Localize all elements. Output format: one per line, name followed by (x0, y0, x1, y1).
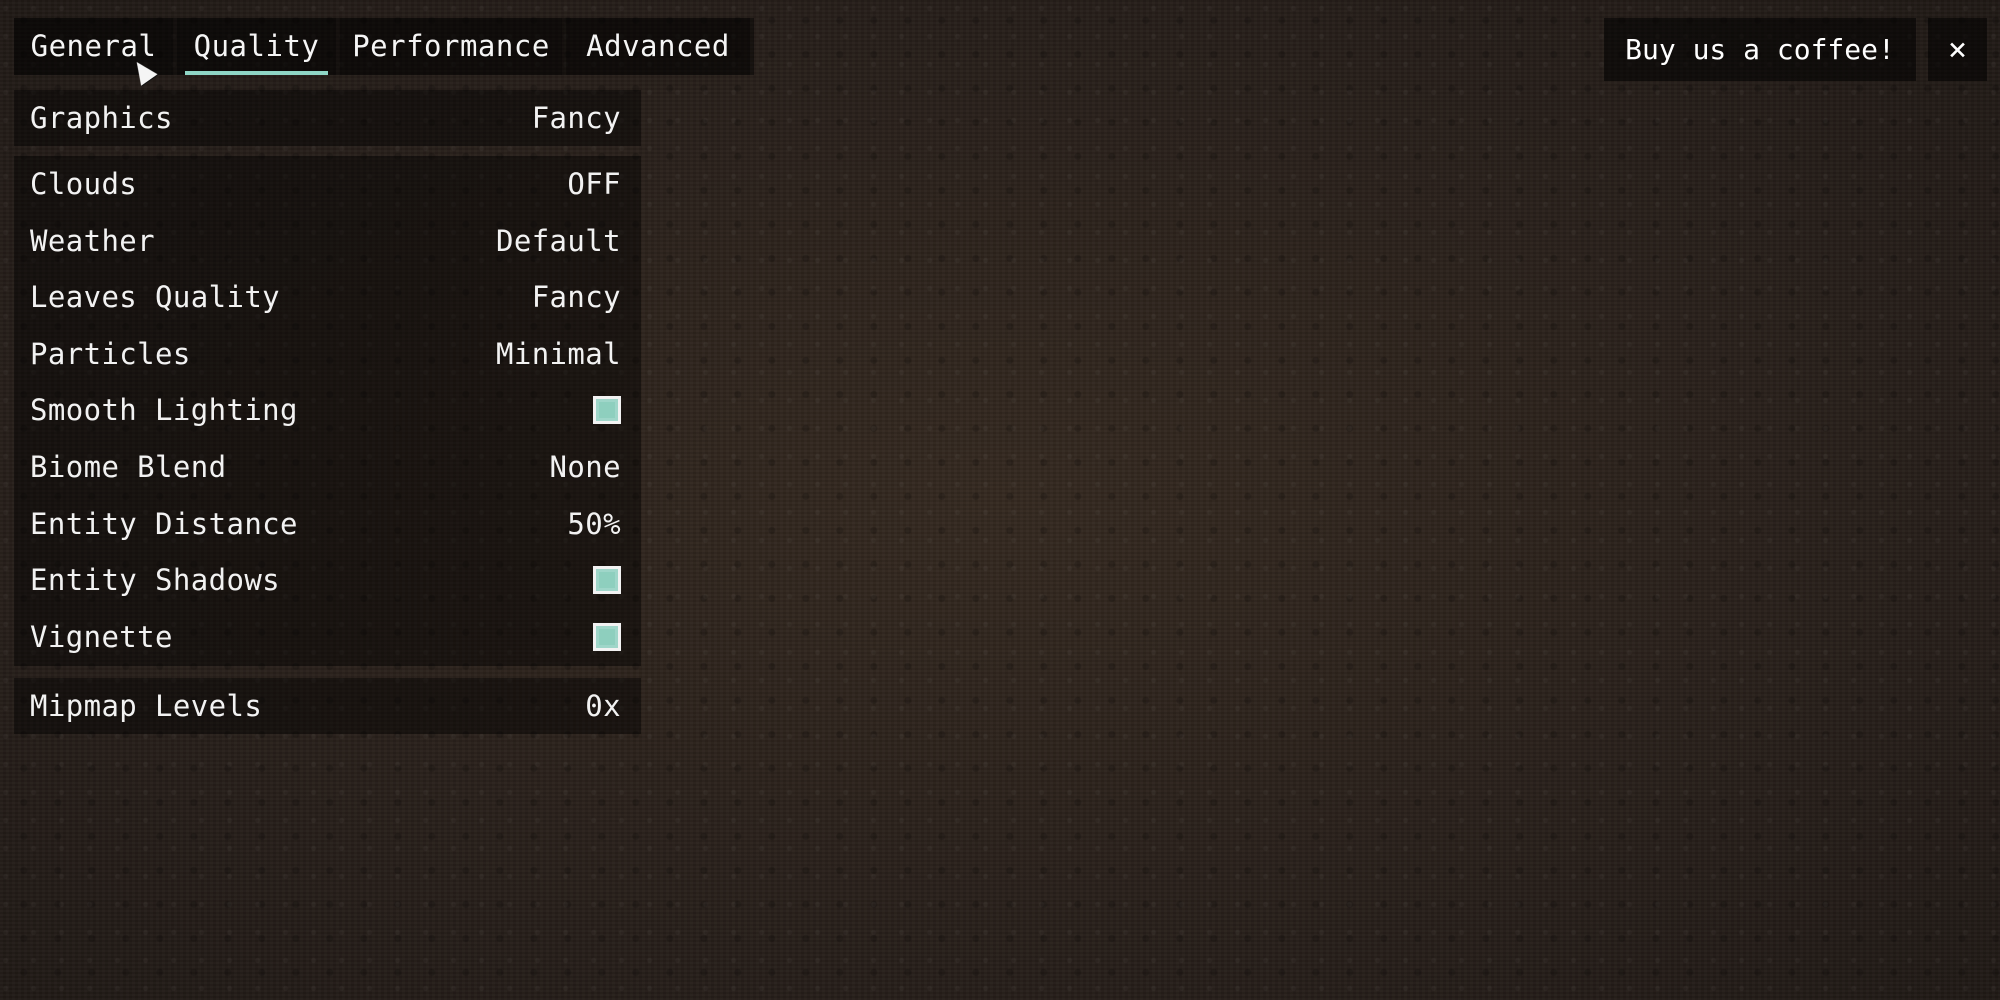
entity-shadows-setting-row[interactable]: Entity Shadows (14, 552, 641, 609)
tab-performance[interactable]: Performance (340, 18, 562, 75)
quality-settings-group: Clouds OFF Weather Default Leaves Qualit… (14, 156, 641, 666)
particles-label: Particles (30, 336, 191, 371)
mipmap-levels-value: 0x (585, 689, 621, 723)
biome-blend-value: None (549, 449, 621, 484)
graphics-setting-row[interactable]: Graphics Fancy (14, 90, 641, 147)
settings-tab-bar: General Quality Performance Advanced (14, 18, 754, 75)
biome-blend-label: Biome Blend (30, 449, 227, 484)
smooth-lighting-label: Smooth Lighting (30, 393, 298, 428)
vignette-label: Vignette (30, 619, 173, 654)
mipmap-settings-group: Mipmap Levels 0x (14, 678, 641, 734)
mipmap-levels-setting-row[interactable]: Mipmap Levels 0x (14, 678, 641, 735)
biome-blend-setting-row[interactable]: Biome Blend None (14, 439, 641, 496)
weather-setting-row[interactable]: Weather Default (14, 213, 641, 270)
weather-label: Weather (30, 223, 156, 258)
graphics-settings-group: Graphics Fancy (14, 90, 641, 146)
tab-advanced[interactable]: Advanced (566, 18, 750, 75)
entity-distance-value: 50% (567, 506, 621, 541)
leaves-quality-label: Leaves Quality (30, 280, 281, 315)
weather-value: Default (495, 223, 621, 258)
close-icon[interactable]: × (1928, 18, 1987, 81)
tab-quality[interactable]: Quality (177, 18, 336, 75)
clouds-label: Clouds (30, 167, 138, 201)
entity-distance-setting-row[interactable]: Entity Distance 50% (14, 496, 641, 553)
buy-us-a-coffee-button[interactable]: Buy us a coffee! (1604, 18, 1916, 81)
entity-distance-label: Entity Distance (30, 506, 298, 541)
smooth-lighting-setting-row[interactable]: Smooth Lighting (14, 382, 641, 439)
clouds-setting-row[interactable]: Clouds OFF (14, 156, 641, 213)
clouds-value: OFF (567, 167, 621, 201)
particles-value: Minimal (495, 336, 621, 371)
entity-shadows-checkbox-checked-icon[interactable] (593, 566, 621, 595)
vignette-setting-row[interactable]: Vignette (14, 609, 641, 666)
entity-shadows-label: Entity Shadows (30, 563, 281, 598)
graphics-label: Graphics (30, 101, 173, 135)
leaves-quality-setting-row[interactable]: Leaves Quality Fancy (14, 269, 641, 326)
mipmap-levels-label: Mipmap Levels (30, 689, 263, 723)
leaves-quality-value: Fancy (531, 280, 621, 315)
smooth-lighting-checkbox-checked-icon[interactable] (593, 396, 621, 425)
particles-setting-row[interactable]: Particles Minimal (14, 326, 641, 383)
graphics-value: Fancy (531, 101, 621, 135)
vignette-checkbox-checked-icon[interactable] (593, 622, 621, 651)
